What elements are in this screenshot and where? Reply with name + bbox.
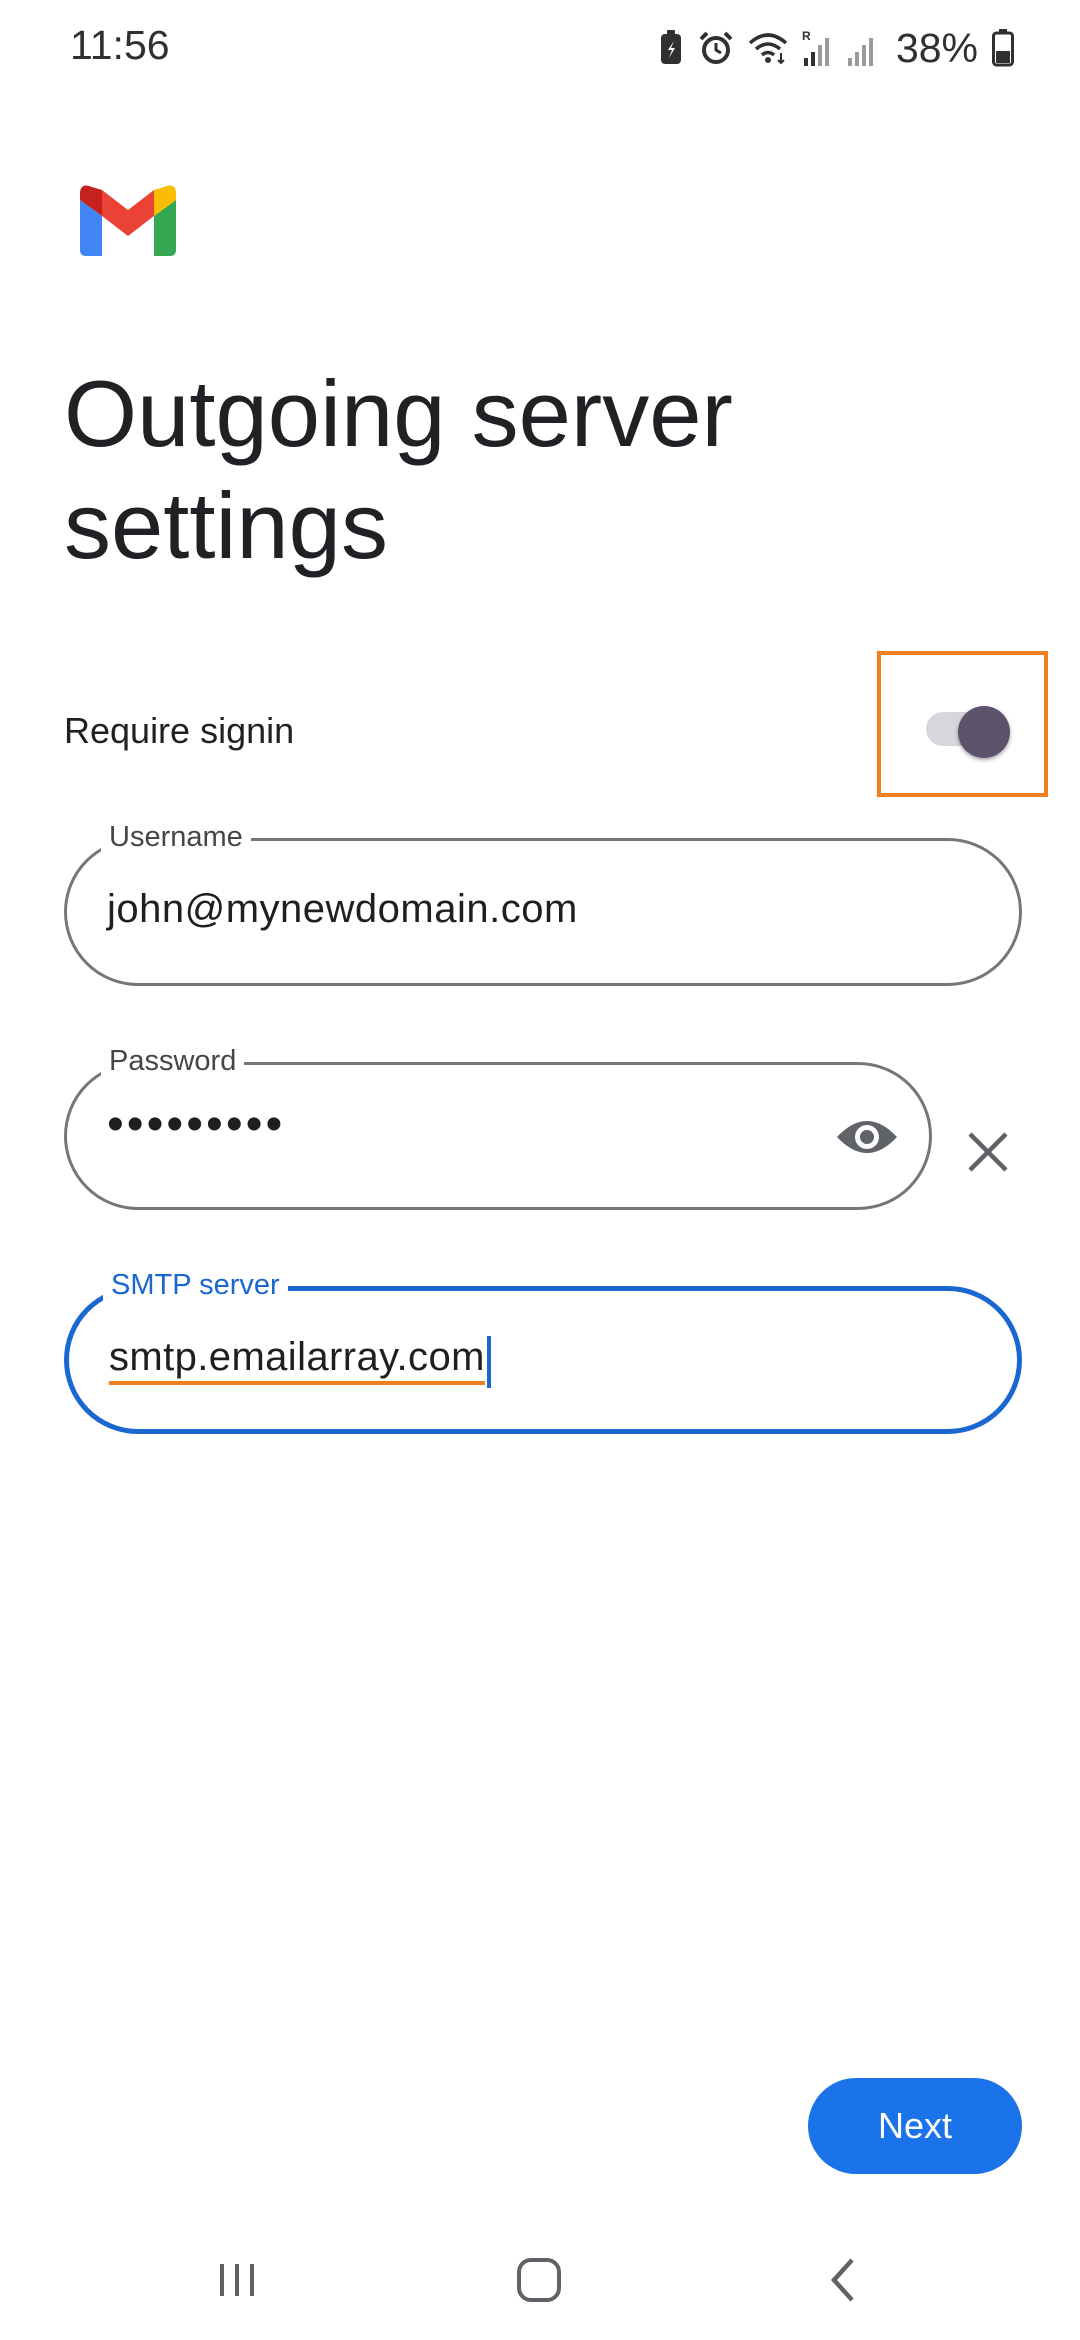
smtp-server-label: SMTP server	[103, 1267, 288, 1303]
screen: 11:56 R 38% Outgoing server settings Req…	[0, 0, 1080, 2340]
text-caret	[486, 1335, 491, 1388]
signal-icon	[847, 38, 873, 66]
next-button[interactable]: Next	[808, 2078, 1022, 2174]
require-signin-toggle[interactable]	[926, 706, 1012, 758]
signal-roaming-icon: R	[802, 29, 829, 66]
close-icon[interactable]	[966, 1130, 1010, 1174]
battery-saver-icon	[660, 30, 681, 64]
svg-text:R: R	[802, 29, 811, 43]
password-field[interactable]: Password •••••••••	[64, 1043, 932, 1210]
status-time: 11:56	[70, 22, 170, 68]
username-value: john@mynewdomain.com	[107, 887, 578, 931]
password-value: •••••••••	[107, 1098, 286, 1151]
smtp-server-field[interactable]: SMTP server smtp.emailarray.com	[64, 1267, 1022, 1434]
require-signin-label: Require signin	[64, 710, 295, 751]
wifi-icon	[748, 33, 788, 65]
toggle-thumb	[958, 706, 1010, 758]
navigation-bar	[0, 2220, 1080, 2340]
username-field[interactable]: Username john@mynewdomain.com	[64, 819, 1022, 986]
battery-percent: 38%	[895, 24, 978, 71]
home-icon[interactable]	[504, 2250, 574, 2310]
battery-icon	[992, 29, 1014, 67]
status-bar: 11:56 R 38%	[0, 0, 1080, 96]
recent-apps-icon[interactable]	[202, 2250, 272, 2310]
gmail-logo-icon	[80, 185, 176, 256]
username-label: Username	[101, 819, 251, 855]
password-label: Password	[101, 1043, 245, 1079]
page-title: Outgoing server settings	[64, 361, 733, 578]
back-icon[interactable]	[808, 2250, 878, 2310]
smtp-server-value: smtp.emailarray.com	[109, 1335, 485, 1385]
eye-icon[interactable]	[835, 1107, 899, 1167]
smtp-value-wrap: smtp.emailarray.com	[109, 1335, 491, 1395]
status-icons: R 38%	[658, 22, 1014, 74]
alarm-icon	[699, 31, 733, 64]
